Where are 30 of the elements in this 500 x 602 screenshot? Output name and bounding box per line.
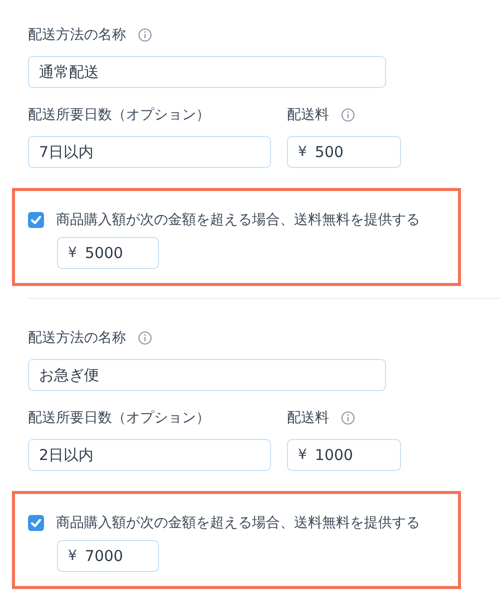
field-label: 配送方法の名称	[28, 329, 126, 347]
info-icon[interactable]	[138, 28, 152, 42]
currency-symbol: ¥	[298, 144, 307, 160]
name-field[interactable]: 通常配送	[28, 56, 386, 88]
field-label: 配送所要日数（オプション）	[28, 106, 210, 124]
field-label: 配送方法の名称	[28, 26, 126, 44]
checkbox-label: 商品購入額が次の金額を超える場合、送料無料を提供する	[56, 514, 420, 532]
price-field[interactable]: ¥ 500	[287, 136, 401, 168]
checkbox-label: 商品購入額が次の金額を超える場合、送料無料を提供する	[56, 211, 420, 229]
currency-symbol: ¥	[68, 548, 77, 564]
checkbox[interactable]	[28, 212, 44, 228]
info-icon[interactable]	[341, 108, 355, 122]
name-field[interactable]: お急ぎ便	[28, 359, 386, 391]
info-icon[interactable]	[138, 331, 152, 345]
days-field[interactable]: 2日以内	[28, 439, 271, 471]
field-label: 配送料	[287, 106, 329, 124]
price-input[interactable]: 7000	[84, 547, 145, 565]
price-field[interactable]: ¥ 5000	[57, 237, 159, 269]
currency-symbol: ¥	[298, 447, 307, 463]
checkbox[interactable]	[28, 515, 44, 531]
currency-symbol: ¥	[68, 245, 77, 261]
price-input[interactable]: 5000	[84, 244, 145, 262]
price-input[interactable]: 1000	[314, 446, 375, 464]
field-label: 配送所要日数（オプション）	[28, 409, 210, 427]
price-input[interactable]: 500	[314, 143, 375, 161]
price-field[interactable]: ¥ 1000	[287, 439, 401, 471]
info-icon[interactable]	[341, 411, 355, 425]
days-field[interactable]: 7日以内	[28, 136, 271, 168]
field-label: 配送料	[287, 409, 329, 427]
price-field[interactable]: ¥ 7000	[57, 540, 159, 572]
